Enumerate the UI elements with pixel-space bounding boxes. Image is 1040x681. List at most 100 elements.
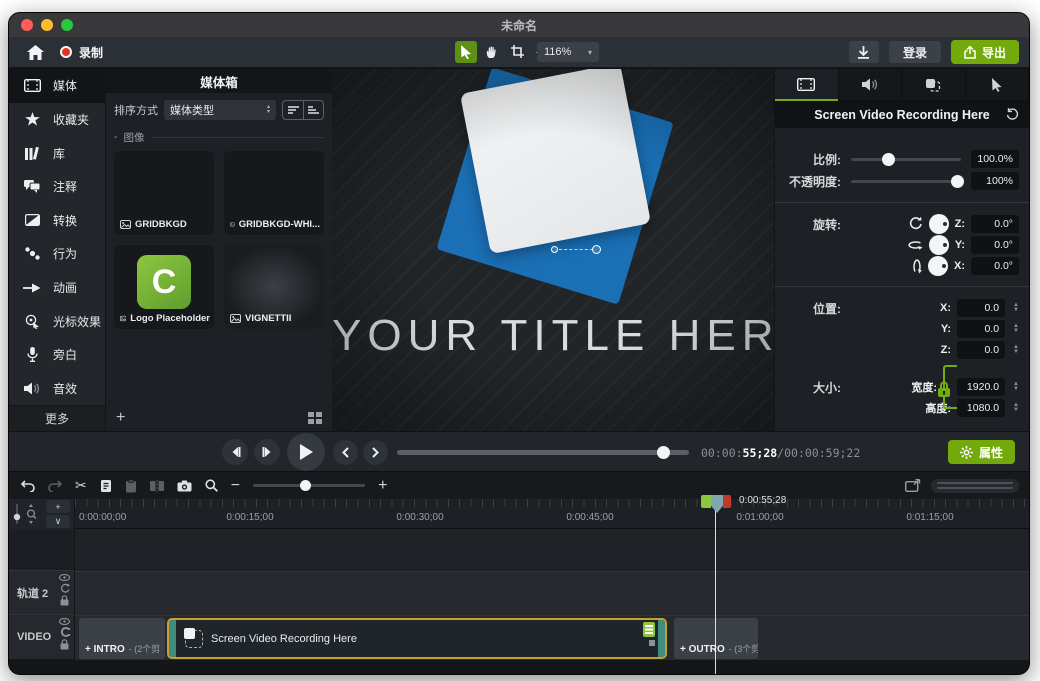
tab-cursor-properties[interactable]	[966, 69, 1030, 100]
sidebar-item-narration[interactable]: 旁白	[9, 338, 105, 372]
timeline-zoom-knob[interactable]	[300, 480, 311, 491]
canvas-title-text[interactable]: YOUR TITLE HERE	[332, 311, 774, 361]
sidebar-item-behaviors[interactable]: 行为	[9, 237, 105, 271]
aspect-lock[interactable]	[943, 365, 957, 409]
rotate-y-icon[interactable]	[907, 240, 923, 250]
media-item-logo-placeholder[interactable]: C Logo Placeholder	[114, 245, 214, 329]
canvas-white-square[interactable]	[460, 69, 651, 254]
opacity-slider[interactable]	[851, 180, 961, 183]
track-header-video[interactable]: VIDEO	[9, 614, 74, 659]
sidebar-item-media[interactable]: 媒体	[9, 69, 105, 103]
login-button[interactable]: 登录	[889, 41, 941, 63]
position-y-stepper[interactable]: ▲▼	[1013, 324, 1019, 334]
crop-tool-button[interactable]	[507, 41, 529, 63]
sort-ascending-button[interactable]	[283, 101, 303, 119]
timeline-zoom-slider[interactable]	[253, 484, 365, 487]
position-x-value[interactable]: 0.0	[957, 299, 1005, 317]
screenshot-button[interactable]	[177, 480, 192, 492]
rotate-x-icon[interactable]	[912, 258, 922, 274]
collapse-tracks-button[interactable]: ∨	[46, 515, 70, 528]
opacity-slider-knob[interactable]	[951, 175, 964, 188]
sidebar-item-favorites[interactable]: 收藏夹	[9, 103, 105, 137]
step-forward-button[interactable]	[254, 439, 280, 465]
sidebar-item-animations[interactable]: 动画	[9, 271, 105, 305]
export-button[interactable]: 导出	[951, 40, 1019, 64]
track-magnet-icon[interactable]	[60, 627, 70, 637]
track-header-2[interactable]: 轨道 2	[9, 570, 74, 614]
height-stepper[interactable]: ▲▼	[1013, 403, 1019, 413]
screen-recording-clip[interactable]: Screen Video Recording Here	[167, 618, 667, 659]
clip-grip-handle[interactable]	[649, 640, 655, 646]
track-height-slider[interactable]	[13, 504, 21, 524]
sidebar-item-transitions[interactable]: 转换	[9, 204, 105, 238]
record-button[interactable]: 录制	[60, 44, 103, 61]
redo-button[interactable]	[48, 480, 62, 492]
detach-timeline-button[interactable]	[905, 479, 921, 492]
zoom-in-button[interactable]: +	[378, 477, 387, 495]
sidebar-item-cursor-effects[interactable]: 光标效果	[9, 304, 105, 338]
scrubber-knob[interactable]	[657, 446, 670, 459]
sidebar-item-annotations[interactable]: 注释	[9, 170, 105, 204]
split-button[interactable]	[150, 480, 164, 492]
select-tool-button[interactable]	[455, 41, 477, 63]
undo-button[interactable]	[21, 480, 35, 492]
media-item-vignette[interactable]: VIGNETTII	[224, 245, 324, 329]
rotate-y-knob[interactable]	[929, 235, 949, 255]
bin-view-toggle-icon[interactable]	[308, 412, 322, 424]
timeline-zoom-button[interactable]	[205, 479, 218, 492]
rotation-handle[interactable]	[551, 245, 601, 255]
timeline-body[interactable]: 0:00:00;00 0:00:15;00 0:00:30;00 0:00:45…	[75, 499, 1029, 674]
paste-button[interactable]	[125, 479, 137, 493]
rotation-y-value[interactable]: 0.0°	[971, 236, 1019, 254]
add-media-button[interactable]: +	[116, 409, 125, 427]
sidebar-more-button[interactable]: 更多	[9, 405, 105, 431]
add-track-button[interactable]: +	[46, 500, 70, 513]
jump-back-button[interactable]	[333, 440, 358, 465]
editor-canvas[interactable]: YOUR TITLE HERE	[332, 69, 774, 431]
clip-trim-handle-left[interactable]	[169, 620, 176, 657]
zoom-select[interactable]: 116% ▾	[537, 42, 599, 62]
reset-properties-button[interactable]	[1006, 108, 1019, 121]
width-stepper[interactable]: ▲▼	[1013, 382, 1019, 392]
scale-value[interactable]: 100.0%	[971, 150, 1019, 168]
scale-slider[interactable]	[851, 158, 961, 161]
position-x-stepper[interactable]: ▲▼	[1013, 303, 1019, 313]
rotation-x-value[interactable]: 0.0°	[971, 257, 1019, 275]
position-y-value[interactable]: 0.0	[957, 320, 1005, 338]
track-loop-icon[interactable]	[60, 583, 70, 593]
outro-clip[interactable]: + OUTRO - (3个剪	[674, 618, 758, 659]
pan-tool-button[interactable]	[481, 41, 503, 63]
track-lane-video[interactable]: + INTRO - (2个剪 Screen Video Recording He…	[75, 615, 1029, 660]
timeline-scrollbar[interactable]	[931, 479, 1019, 493]
rotate-z-knob[interactable]	[929, 214, 949, 234]
intro-clip[interactable]: + INTRO - (2个剪	[79, 618, 165, 659]
media-item-gridbkgd-white[interactable]: GRIDBKGD-WHI...	[224, 151, 324, 235]
clip-trim-handle-right[interactable]	[658, 620, 665, 657]
tab-audio-properties[interactable]	[839, 69, 903, 100]
track-zoom-icon[interactable]	[25, 504, 37, 524]
timeline-ruler[interactable]: 0:00:00;00 0:00:15;00 0:00:30;00 0:00:45…	[75, 499, 1029, 529]
jump-forward-button[interactable]	[363, 440, 388, 465]
track-visibility-icon[interactable]	[59, 618, 70, 625]
cut-button[interactable]: ✂	[75, 477, 87, 494]
opacity-value[interactable]: 100%	[971, 172, 1019, 190]
step-backward-button[interactable]	[222, 439, 248, 465]
scale-slider-knob[interactable]	[882, 153, 895, 166]
home-button[interactable]	[27, 45, 44, 60]
tab-effects-properties[interactable]	[902, 69, 966, 100]
collapse-caret-icon[interactable]: -	[114, 131, 118, 143]
tab-visual-properties[interactable]	[775, 69, 839, 100]
properties-toggle-button[interactable]: 属性	[948, 440, 1015, 464]
rotate-z-icon[interactable]	[908, 216, 923, 231]
height-value[interactable]: 1080.0	[957, 399, 1005, 417]
track-visibility-icon[interactable]	[59, 574, 70, 581]
playback-scrubber[interactable]	[397, 450, 689, 455]
sidebar-item-audio-effects[interactable]: 音效	[9, 372, 105, 406]
rotate-x-knob[interactable]	[928, 256, 948, 276]
zoom-out-button[interactable]: −	[231, 477, 240, 495]
track-lock-icon[interactable]	[60, 639, 69, 650]
play-button[interactable]	[287, 433, 325, 471]
sort-by-select[interactable]: 媒体类型 ▴▾	[164, 100, 276, 120]
sort-descending-button[interactable]	[303, 101, 323, 119]
width-value[interactable]: 1920.0	[957, 378, 1005, 396]
